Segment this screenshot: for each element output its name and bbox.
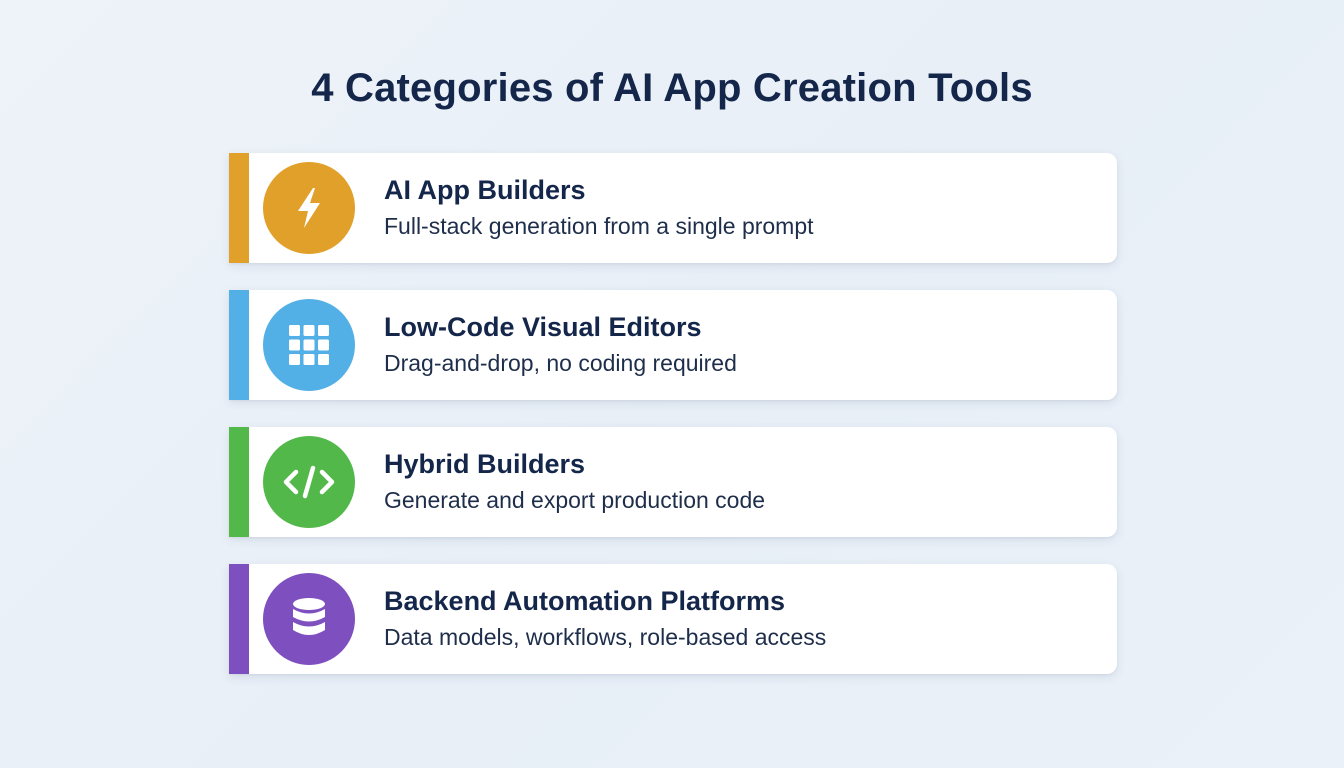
category-title: AI App Builders [384, 175, 586, 205]
category-title: Low-Code Visual Editors [384, 312, 702, 342]
category-card-ai-app-builders: AI App Builders Full-stack generation fr… [229, 153, 1117, 263]
category-title: Backend Automation Platforms [384, 586, 786, 616]
accent-bar [229, 564, 249, 674]
category-title: Hybrid Builders [384, 449, 586, 479]
accent-bar [229, 427, 249, 537]
category-description: Full-stack generation from a single prom… [384, 213, 814, 239]
icon-badge [263, 573, 355, 665]
category-description: Generate and export production code [384, 487, 766, 513]
category-description: Data models, workflows, role-based acces… [384, 624, 827, 650]
category-card-backend-automation-platforms: Backend Automation Platforms Data models… [229, 564, 1117, 674]
accent-bar [229, 153, 249, 263]
icon-badge [263, 436, 355, 528]
database-icon [293, 598, 325, 635]
lightning-bolt-icon [298, 188, 320, 228]
page-title: 4 Categories of AI App Creation Tools [311, 66, 1033, 110]
category-card-hybrid-builders: Hybrid Builders Generate and export prod… [229, 427, 1117, 537]
grid-icon [289, 325, 329, 365]
accent-bar [229, 290, 249, 400]
icon-badge [263, 162, 355, 254]
category-card-low-code-visual-editors: Low-Code Visual Editors Drag-and-drop, n… [229, 290, 1117, 400]
code-icon [283, 465, 335, 499]
icon-badge [263, 299, 355, 391]
category-list: AI App Builders Full-stack generation fr… [229, 153, 1117, 701]
category-description: Drag-and-drop, no coding required [384, 350, 737, 376]
